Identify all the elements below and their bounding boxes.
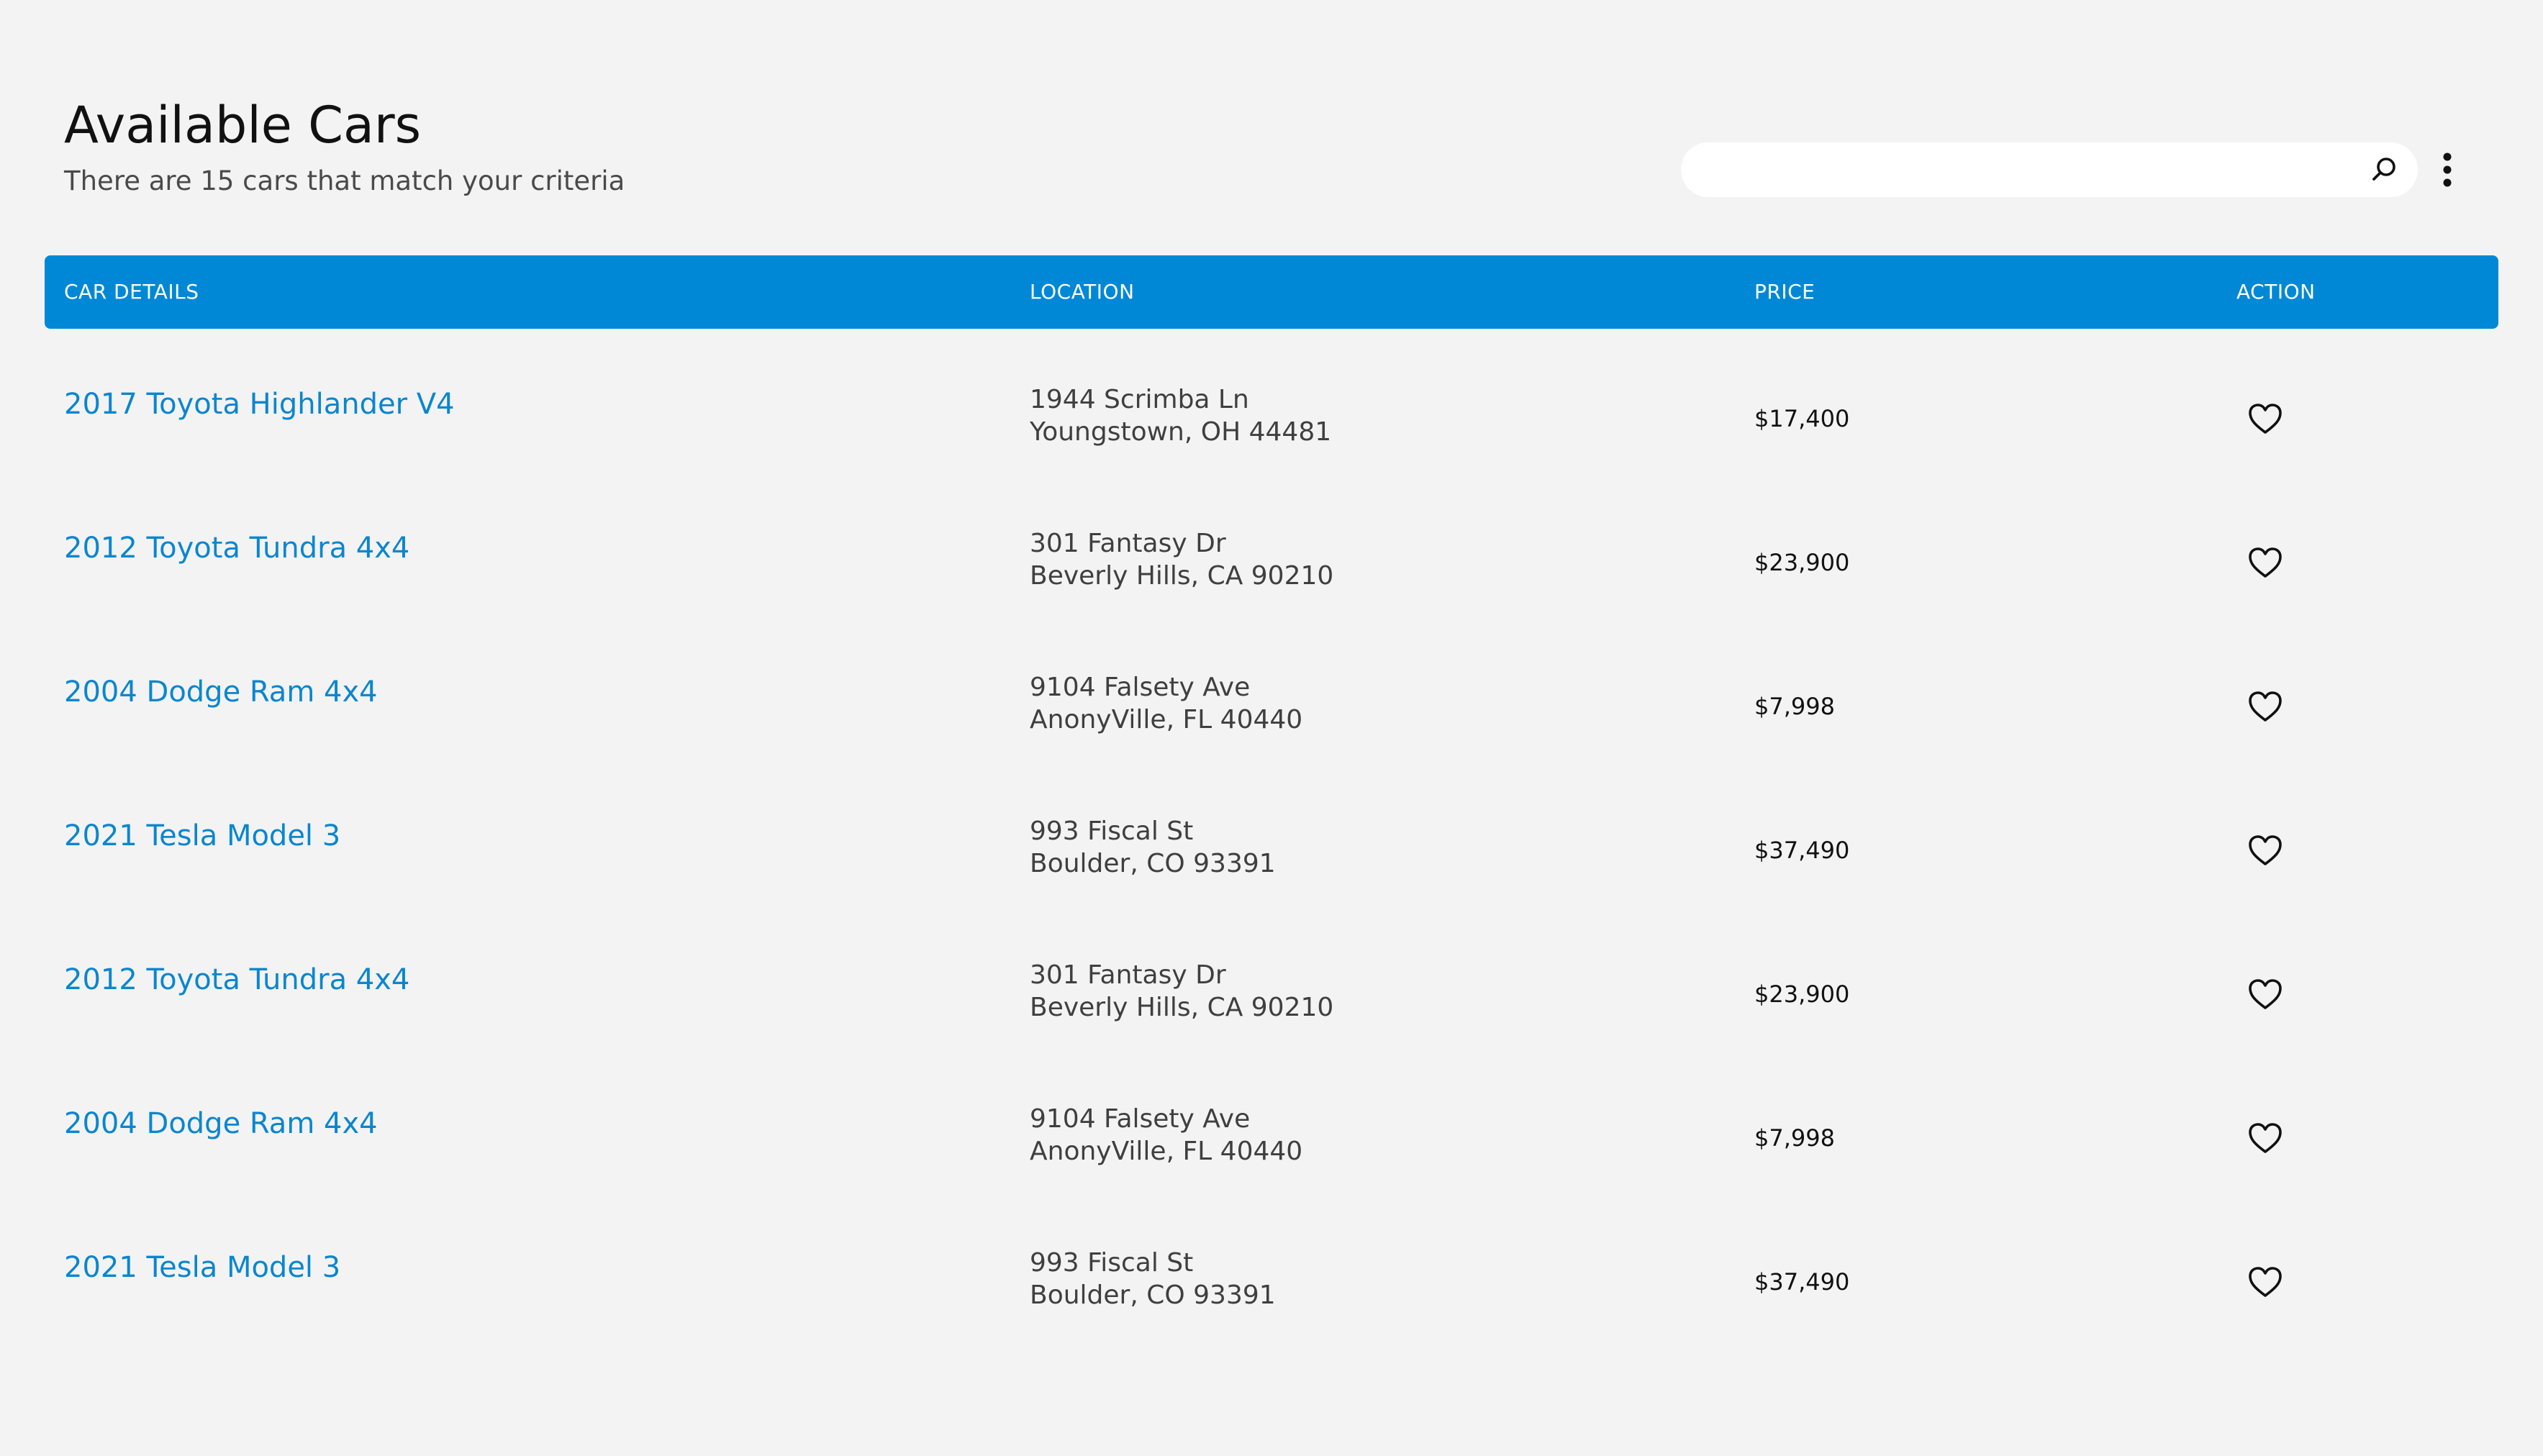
search-input[interactable] bbox=[1710, 142, 2346, 199]
page-title: Available Cars bbox=[64, 96, 422, 155]
heart-icon[interactable] bbox=[2247, 690, 2283, 724]
location-city: Beverly Hills, CA 90210 bbox=[1030, 561, 1334, 591]
car-details-link[interactable]: 2021 Tesla Model 3 bbox=[64, 1249, 340, 1286]
location-address: 993 Fiscal St bbox=[1030, 1248, 1194, 1278]
location-city: AnonyVille, FL 40440 bbox=[1030, 705, 1303, 734]
heart-icon[interactable] bbox=[2247, 402, 2283, 437]
search-icon[interactable] bbox=[2368, 154, 2400, 186]
table-row: 2004 Dodge Ram 4x4 9104 Falsety Ave Anon… bbox=[45, 630, 2498, 774]
price-value: $7,998 bbox=[1754, 693, 1835, 720]
heart-icon[interactable] bbox=[2247, 1265, 2283, 1300]
location-address: 1944 Scrimba Ln bbox=[1030, 385, 1249, 414]
price-value: $23,900 bbox=[1754, 549, 1850, 576]
location-city: Beverly Hills, CA 90210 bbox=[1030, 993, 1334, 1022]
car-details-link[interactable]: 2012 Toyota Tundra 4x4 bbox=[64, 529, 409, 567]
location-address: 993 Fiscal St bbox=[1030, 816, 1194, 846]
location-city: Boulder, CO 93391 bbox=[1030, 1280, 1276, 1310]
location-city: Youngstown, OH 44481 bbox=[1030, 417, 1332, 447]
price-value: $7,998 bbox=[1754, 1124, 1835, 1152]
results-count-text: There are 15 cars that match your criter… bbox=[64, 165, 625, 196]
heart-icon[interactable] bbox=[2247, 546, 2283, 581]
table-row: 2004 Dodge Ram 4x4 9104 Falsety Ave Anon… bbox=[45, 1062, 2498, 1206]
location-address: 9104 Falsety Ave bbox=[1030, 1104, 1251, 1134]
heart-icon[interactable] bbox=[2247, 834, 2283, 868]
price-value: $23,900 bbox=[1754, 980, 1850, 1008]
location-address: 301 Fantasy Dr bbox=[1030, 960, 1226, 990]
price-value: $17,400 bbox=[1754, 405, 1850, 432]
table-row: 2021 Tesla Model 3 993 Fiscal St Boulder… bbox=[45, 774, 2498, 918]
column-header-price: PRICE bbox=[1754, 280, 1816, 304]
search-bar bbox=[1681, 142, 2418, 199]
location-address: 301 Fantasy Dr bbox=[1030, 529, 1226, 558]
location-address: 9104 Falsety Ave bbox=[1030, 673, 1251, 702]
heart-icon[interactable] bbox=[2247, 978, 2283, 1012]
column-header-location: LOCATION bbox=[1030, 280, 1135, 304]
car-details-link[interactable]: 2017 Toyota Highlander V4 bbox=[64, 386, 455, 423]
more-vertical-icon[interactable] bbox=[2431, 147, 2464, 193]
car-details-link[interactable]: 2021 Tesla Model 3 bbox=[64, 817, 340, 855]
location-city: AnonyVille, FL 40440 bbox=[1030, 1137, 1303, 1166]
table-row: 2012 Toyota Tundra 4x4 301 Fantasy Dr Be… bbox=[45, 918, 2498, 1062]
heart-icon[interactable] bbox=[2247, 1121, 2283, 1156]
table-row: 2017 Toyota Highlander V4 1944 Scrimba L… bbox=[45, 342, 2498, 486]
price-value: $37,490 bbox=[1754, 1268, 1850, 1296]
car-details-link[interactable]: 2012 Toyota Tundra 4x4 bbox=[64, 961, 409, 998]
table-header: CAR DETAILS LOCATION PRICE ACTION bbox=[45, 255, 2498, 329]
location-city: Boulder, CO 93391 bbox=[1030, 849, 1276, 878]
table-row: 2021 Tesla Model 3 993 Fiscal St Boulder… bbox=[45, 1206, 2498, 1350]
table-row: 2012 Toyota Tundra 4x4 301 Fantasy Dr Be… bbox=[45, 486, 2498, 630]
column-header-car-details: CAR DETAILS bbox=[64, 280, 199, 304]
car-details-link[interactable]: 2004 Dodge Ram 4x4 bbox=[64, 673, 378, 711]
price-value: $37,490 bbox=[1754, 837, 1850, 864]
column-header-action: ACTION bbox=[2236, 280, 2316, 304]
car-details-link[interactable]: 2004 Dodge Ram 4x4 bbox=[64, 1105, 378, 1142]
